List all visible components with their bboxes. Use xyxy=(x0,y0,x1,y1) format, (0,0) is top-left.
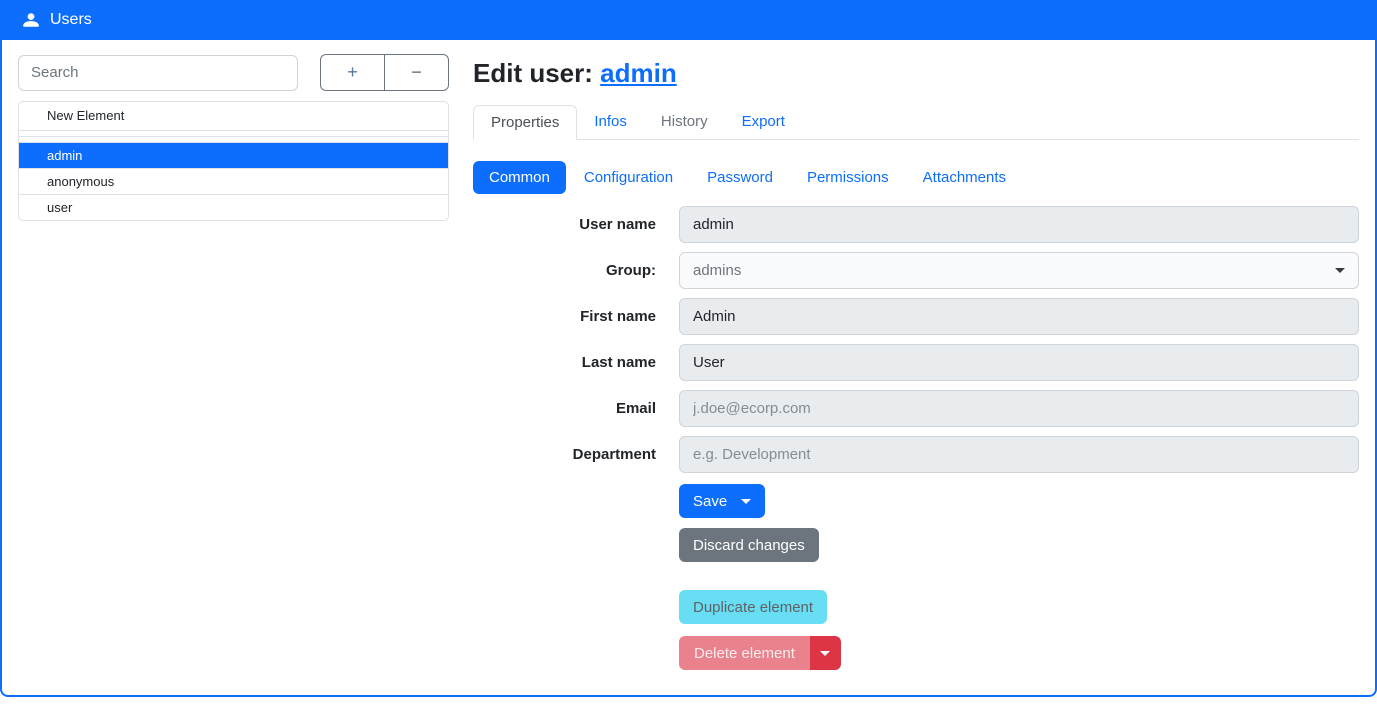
tab-infos[interactable]: Infos xyxy=(577,105,644,140)
remove-element-button[interactable]: − xyxy=(384,54,449,91)
list-item-new-element[interactable]: New Element xyxy=(19,102,448,130)
form-actions: Save Discard changes Duplicate element xyxy=(679,484,1359,670)
tab-history: History xyxy=(644,105,725,140)
app-title: Users xyxy=(50,11,92,29)
discard-button-label: Discard changes xyxy=(693,537,805,554)
person-icon xyxy=(22,11,40,29)
add-element-button[interactable]: + xyxy=(320,54,384,91)
list-item-user[interactable]: user xyxy=(19,194,448,220)
firstname-label: First name xyxy=(473,308,679,325)
content-shell: + − New Element admin anonymous user Edi… xyxy=(0,40,1377,697)
duplicate-element-button: Duplicate element xyxy=(679,590,827,624)
app-header: Users xyxy=(0,0,1377,40)
lastname-field[interactable] xyxy=(679,344,1359,381)
delete-element-button: Delete element xyxy=(679,636,810,670)
edited-user-link[interactable]: admin xyxy=(600,58,677,88)
list-item-anonymous[interactable]: anonymous xyxy=(19,168,448,194)
group-label: Group: xyxy=(473,262,679,279)
chevron-down-icon xyxy=(1335,268,1345,273)
group-select-wrap: admins xyxy=(679,252,1359,289)
page-title-prefix: Edit user: xyxy=(473,58,593,88)
search-input[interactable] xyxy=(18,55,298,91)
form-row-email: Email xyxy=(473,390,1359,427)
minus-icon: − xyxy=(411,62,422,83)
discard-changes-button[interactable]: Discard changes xyxy=(679,528,819,562)
caret-down-icon xyxy=(741,499,751,504)
save-button[interactable]: Save xyxy=(679,484,765,518)
form-row-firstname: First name xyxy=(473,298,1359,335)
tab-bar: Properties Infos History Export xyxy=(473,105,1359,140)
subtab-attachments[interactable]: Attachments xyxy=(907,161,1022,194)
caret-down-icon xyxy=(820,651,830,656)
delete-dropdown-toggle[interactable] xyxy=(810,636,841,670)
tab-properties[interactable]: Properties xyxy=(473,105,577,140)
subtab-common[interactable]: Common xyxy=(473,161,566,194)
list-item-admin[interactable]: admin xyxy=(19,142,448,168)
sidebar-toolbar: + − xyxy=(18,54,449,91)
form-row-group: Group: admins xyxy=(473,252,1359,289)
page-title: Edit user: admin xyxy=(473,58,1359,89)
sidebar: + − New Element admin anonymous user xyxy=(18,54,449,221)
form-row-lastname: Last name xyxy=(473,344,1359,381)
department-label: Department xyxy=(473,446,679,463)
subtab-bar: Common Configuration Password Permission… xyxy=(473,161,1359,194)
subtab-password[interactable]: Password xyxy=(691,161,789,194)
main-panel: Edit user: admin Properties Infos Histor… xyxy=(473,54,1359,670)
username-label: User name xyxy=(473,216,679,233)
form-row-department: Department xyxy=(473,436,1359,473)
duplicate-button-label: Duplicate element xyxy=(693,599,813,616)
plus-icon: + xyxy=(347,62,358,83)
user-list: New Element admin anonymous user xyxy=(18,101,449,221)
lastname-label: Last name xyxy=(473,354,679,371)
delete-split-button: Delete element xyxy=(679,636,841,670)
save-button-label: Save xyxy=(693,493,727,510)
tab-export[interactable]: Export xyxy=(725,105,802,140)
user-form: User name Group: admins First name Last … xyxy=(473,206,1359,670)
firstname-field[interactable] xyxy=(679,298,1359,335)
department-field[interactable] xyxy=(679,436,1359,473)
subtab-permissions[interactable]: Permissions xyxy=(791,161,905,194)
email-field[interactable] xyxy=(679,390,1359,427)
form-row-username: User name xyxy=(473,206,1359,243)
subtab-configuration[interactable]: Configuration xyxy=(568,161,689,194)
list-edit-button-group: + − xyxy=(320,54,449,91)
email-label: Email xyxy=(473,400,679,417)
group-select[interactable]: admins xyxy=(679,252,1359,289)
username-field[interactable] xyxy=(679,206,1359,243)
delete-button-label: Delete element xyxy=(694,645,795,662)
